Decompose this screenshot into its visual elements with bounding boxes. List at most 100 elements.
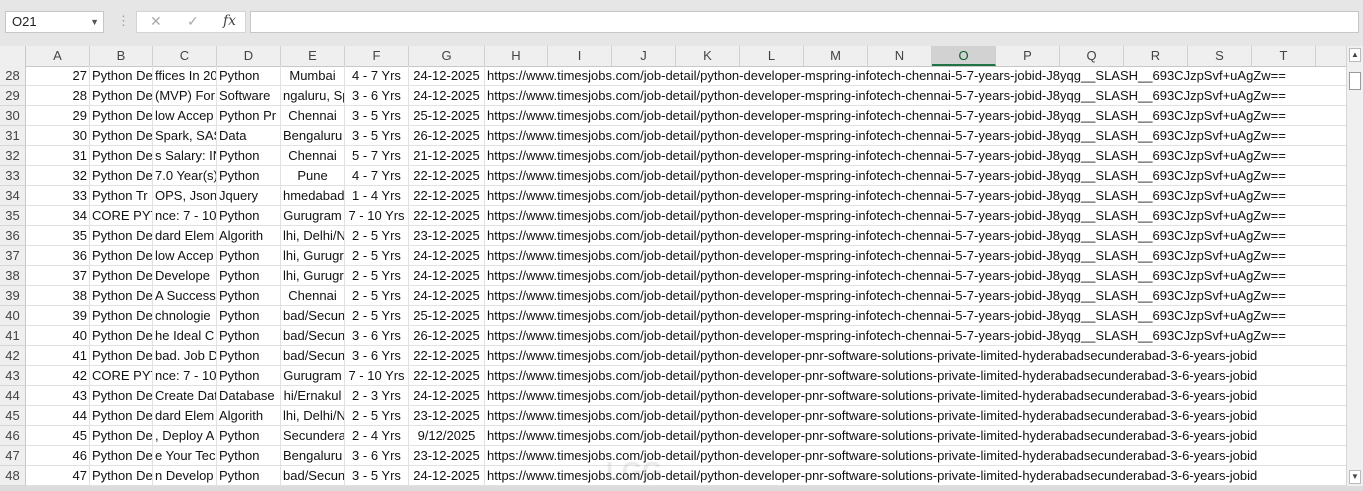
cell-b[interactable]: Python De <box>90 406 153 426</box>
row-header[interactable]: 46 <box>0 426 26 446</box>
column-header-n[interactable]: N <box>868 46 932 66</box>
cell-e[interactable]: Chennai <box>281 106 345 126</box>
cell-h[interactable]: https://www.timesjobs.com/job-detail/pyt… <box>485 426 1346 446</box>
cell-a[interactable]: 34 <box>26 206 90 226</box>
row-header[interactable]: 30 <box>0 106 26 126</box>
cell-c[interactable]: Create Dat <box>153 386 217 406</box>
cell-d[interactable]: Python <box>217 266 281 286</box>
enter-icon[interactable]: ✓ <box>187 13 199 30</box>
cell-h[interactable]: https://www.timesjobs.com/job-detail/pyt… <box>485 106 1346 126</box>
cell-d[interactable]: Python <box>217 206 281 226</box>
cell-b[interactable]: CORE PYTH <box>90 366 153 386</box>
cell-g[interactable]: 23-12-2025 <box>409 446 485 466</box>
cell-f[interactable]: 4 - 7 Yrs <box>345 66 409 86</box>
cell-a[interactable]: 41 <box>26 346 90 366</box>
cell-a[interactable]: 47 <box>26 466 90 486</box>
cell-g[interactable]: 24-12-2025 <box>409 466 485 486</box>
column-header-q[interactable]: Q <box>1060 46 1124 66</box>
cell-h[interactable]: https://www.timesjobs.com/job-detail/pyt… <box>485 206 1346 226</box>
cell-e[interactable]: lhi, Delhi/N <box>281 226 345 246</box>
cell-c[interactable]: dard Elem <box>153 406 217 426</box>
cell-f[interactable]: 2 - 5 Yrs <box>345 306 409 326</box>
cell-c[interactable]: nce: 7 - 10 <box>153 206 217 226</box>
column-header-a[interactable]: A <box>26 46 90 66</box>
row-header[interactable]: 31 <box>0 126 26 146</box>
cell-a[interactable]: 39 <box>26 306 90 326</box>
cell-a[interactable]: 27 <box>26 66 90 86</box>
row-header[interactable]: 37 <box>0 246 26 266</box>
cell-h[interactable]: https://www.timesjobs.com/job-detail/pyt… <box>485 366 1346 386</box>
row-header[interactable]: 36 <box>0 226 26 246</box>
cell-h[interactable]: https://www.timesjobs.com/job-detail/pyt… <box>485 306 1346 326</box>
cell-b[interactable]: Python De <box>90 66 153 86</box>
cell-c[interactable]: dard Elem <box>153 226 217 246</box>
cell-e[interactable]: bad/Secun <box>281 306 345 326</box>
cell-h[interactable]: https://www.timesjobs.com/job-detail/pyt… <box>485 266 1346 286</box>
cell-h[interactable]: https://www.timesjobs.com/job-detail/pyt… <box>485 126 1346 146</box>
row-header[interactable]: 39 <box>0 286 26 306</box>
cell-f[interactable]: 7 - 10 Yrs <box>345 366 409 386</box>
column-header-j[interactable]: J <box>612 46 676 66</box>
cell-d[interactable]: Python <box>217 466 281 486</box>
cell-g[interactable]: 26-12-2025 <box>409 126 485 146</box>
cell-b[interactable]: Python De <box>90 426 153 446</box>
cell-h[interactable]: https://www.timesjobs.com/job-detail/pyt… <box>485 326 1346 346</box>
row-header[interactable]: 45 <box>0 406 26 426</box>
cell-f[interactable]: 2 - 5 Yrs <box>345 266 409 286</box>
cell-f[interactable]: 3 - 6 Yrs <box>345 446 409 466</box>
row-header[interactable]: 40 <box>0 306 26 326</box>
cell-h[interactable]: https://www.timesjobs.com/job-detail/pyt… <box>485 166 1346 186</box>
column-header-g[interactable]: G <box>409 46 485 66</box>
cell-d[interactable]: Jquery <box>217 186 281 206</box>
vertical-scrollbar[interactable]: ▲ ▼ <box>1346 46 1363 486</box>
cell-g[interactable]: 25-12-2025 <box>409 106 485 126</box>
cell-b[interactable]: Python De <box>90 466 153 486</box>
row-header[interactable]: 34 <box>0 186 26 206</box>
cell-d[interactable]: Software <box>217 86 281 106</box>
formula-input[interactable] <box>250 11 1359 33</box>
insert-function-icon[interactable]: fx <box>223 13 236 29</box>
cell-f[interactable]: 2 - 3 Yrs <box>345 386 409 406</box>
column-header-d[interactable]: D <box>217 46 281 66</box>
cell-g[interactable]: 22-12-2025 <box>409 366 485 386</box>
cell-d[interactable]: Python <box>217 426 281 446</box>
column-header-r[interactable]: R <box>1124 46 1188 66</box>
cell-e[interactable]: lhi, Gurugr <box>281 246 345 266</box>
worksheet-grid[interactable]: ABCDEFGHIJKLMNOPQRST 28 27 Python De ffices… <box>0 46 1346 486</box>
cell-d[interactable]: Python <box>217 246 281 266</box>
scroll-up-icon[interactable]: ▲ <box>1349 48 1361 62</box>
cell-d[interactable]: Python <box>217 66 281 86</box>
row-header[interactable]: 41 <box>0 326 26 346</box>
cell-f[interactable]: 3 - 5 Yrs <box>345 466 409 486</box>
row-header[interactable]: 44 <box>0 386 26 406</box>
cell-e[interactable]: hmedabad <box>281 186 345 206</box>
row-header[interactable]: 43 <box>0 366 26 386</box>
column-header-t[interactable]: T <box>1252 46 1316 66</box>
cell-g[interactable]: 22-12-2025 <box>409 206 485 226</box>
select-all-button[interactable] <box>0 46 26 66</box>
cell-d[interactable]: Python <box>217 146 281 166</box>
column-header-k[interactable]: K <box>676 46 740 66</box>
cell-b[interactable]: Python De <box>90 446 153 466</box>
cell-a[interactable]: 37 <box>26 266 90 286</box>
cell-e[interactable]: lhi, Gurugr <box>281 266 345 286</box>
cell-a[interactable]: 36 <box>26 246 90 266</box>
row-header[interactable]: 48 <box>0 466 26 486</box>
cell-f[interactable]: 2 - 5 Yrs <box>345 406 409 426</box>
cell-f[interactable]: 4 - 7 Yrs <box>345 166 409 186</box>
cell-b[interactable]: Python De <box>90 286 153 306</box>
cell-g[interactable]: 24-12-2025 <box>409 86 485 106</box>
cell-d[interactable]: Python <box>217 366 281 386</box>
cell-c[interactable]: OPS, Json, <box>153 186 217 206</box>
row-header[interactable]: 42 <box>0 346 26 366</box>
cell-f[interactable]: 3 - 6 Yrs <box>345 346 409 366</box>
column-header-l[interactable]: L <box>740 46 804 66</box>
cell-d[interactable]: Python <box>217 166 281 186</box>
cell-h[interactable]: https://www.timesjobs.com/job-detail/pyt… <box>485 286 1346 306</box>
cell-c[interactable]: Spark, SAS <box>153 126 217 146</box>
row-header[interactable]: 35 <box>0 206 26 226</box>
cell-e[interactable]: Bengaluru <box>281 126 345 146</box>
name-box[interactable]: O21 ▼ <box>5 11 104 33</box>
cell-c[interactable]: A Success <box>153 286 217 306</box>
cell-a[interactable]: 35 <box>26 226 90 246</box>
